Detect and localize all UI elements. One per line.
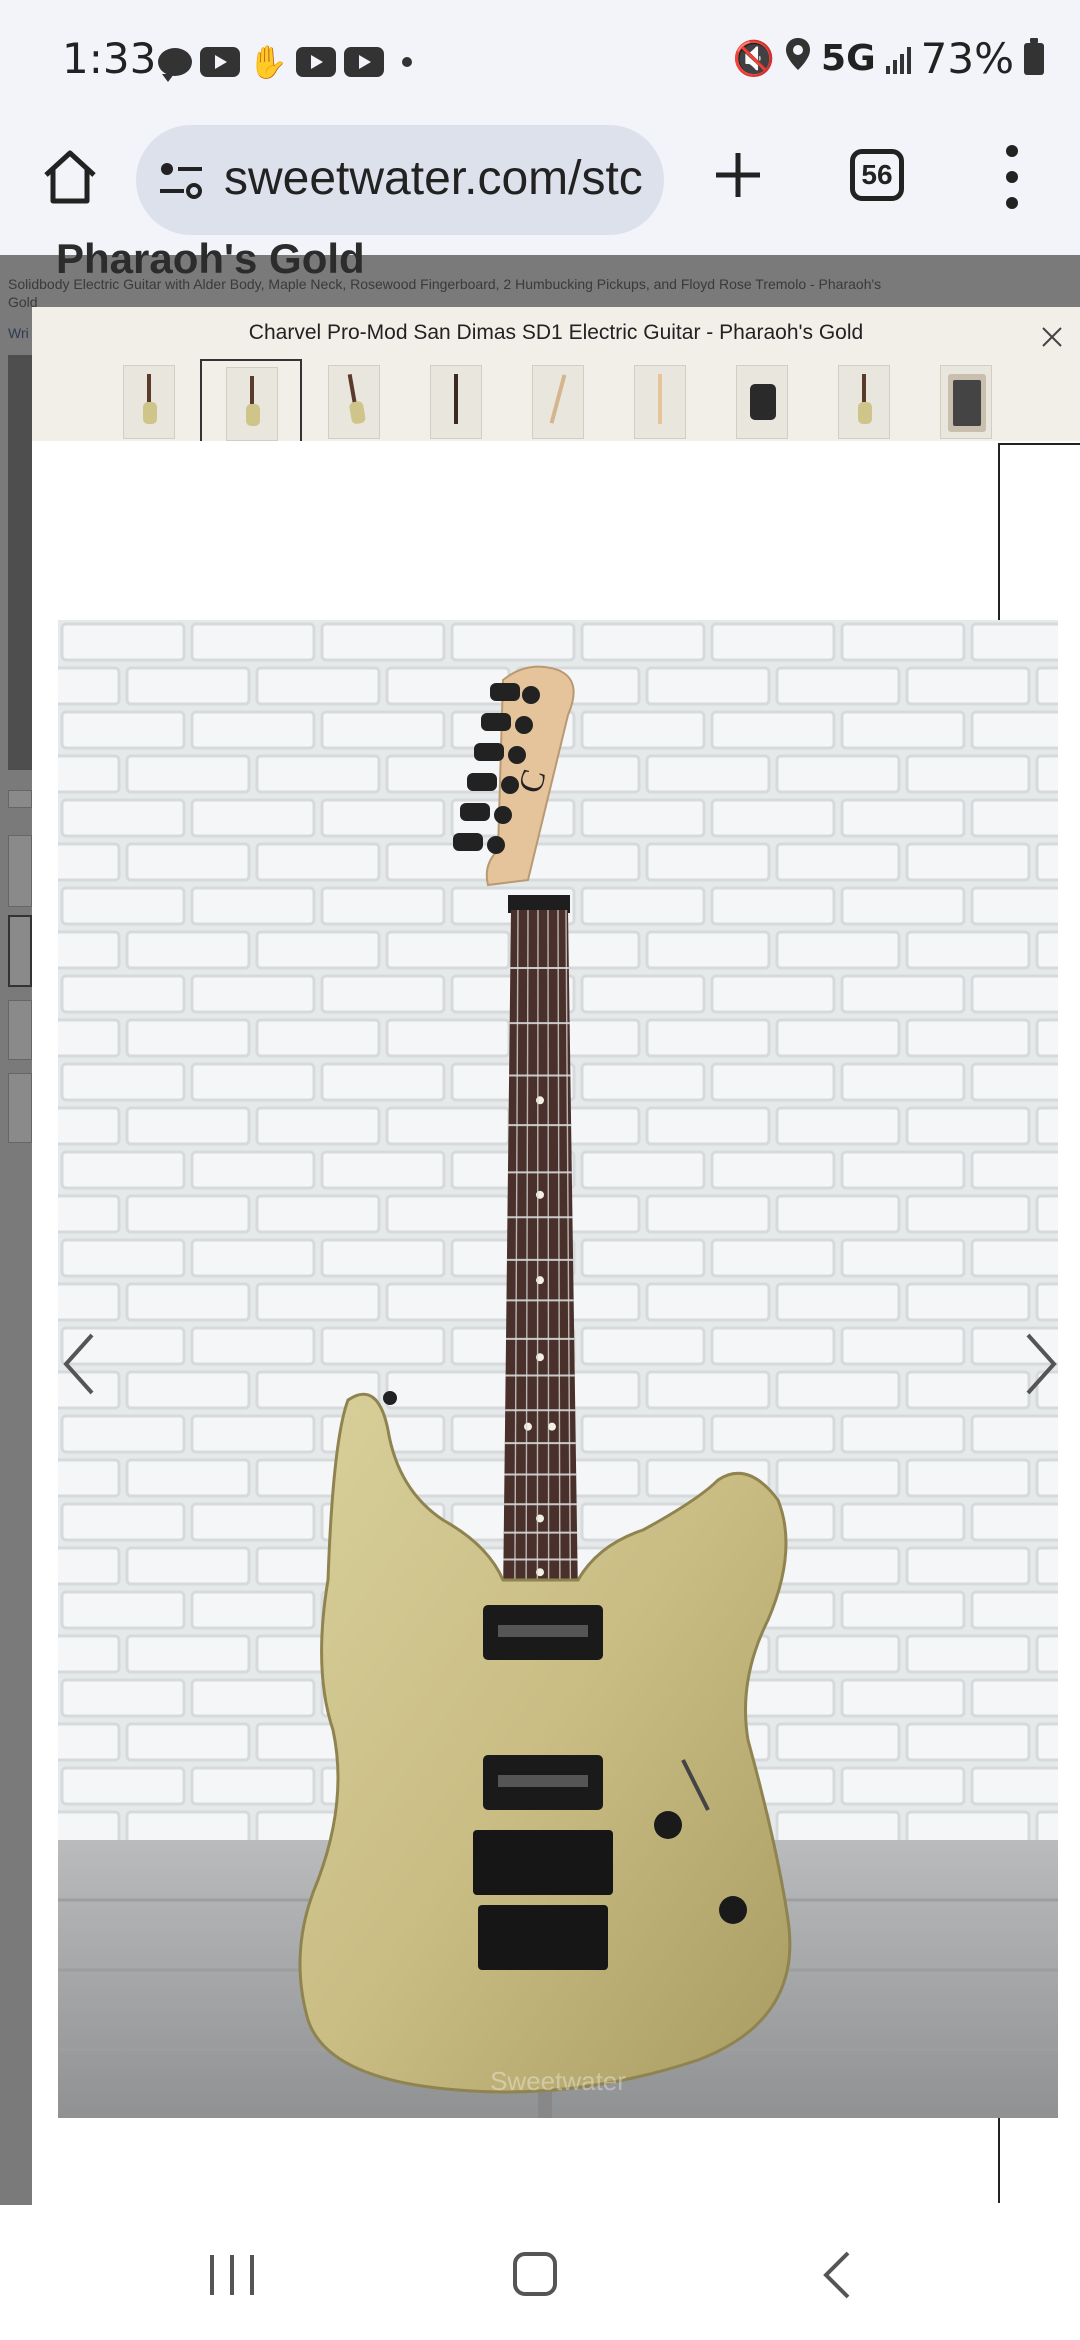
svg-text:Sweetwater: Sweetwater	[490, 2066, 626, 2096]
product-subtitle: Solidbody Electric Guitar with Alder Bod…	[8, 276, 882, 310]
headstock-thumb-icon	[450, 374, 462, 424]
tab-switcher-button[interactable]: 56	[850, 149, 904, 201]
product-thumbnail	[8, 1073, 32, 1143]
battery-icon	[1024, 37, 1044, 75]
product-thumbnail	[8, 915, 32, 987]
new-tab-button[interactable]	[708, 145, 768, 205]
youtube-icon	[295, 47, 336, 77]
thumbnail-strip	[32, 359, 1080, 441]
gallery-thumbnail[interactable]	[634, 365, 686, 439]
guitar-thumb-icon	[143, 374, 157, 424]
recents-bar-icon	[250, 2255, 254, 2295]
close-icon	[1042, 327, 1062, 347]
image-gallery-modal: Charvel Pro-Mod San Dimas SD1 Electric G…	[32, 307, 1080, 2205]
chevron-right-icon	[1026, 1333, 1057, 1395]
status-bar: 1:33 ✋ 🔇 5G 73%	[0, 0, 1080, 125]
case-thumb-icon	[948, 374, 986, 432]
gallery-thumbnail[interactable]	[940, 365, 992, 439]
close-button[interactable]	[1040, 325, 1064, 349]
recents-bar-icon	[210, 2255, 214, 2295]
more-notifications-dot-icon	[401, 57, 412, 67]
signal-icon	[885, 44, 911, 74]
gallery-thumbnail-selected[interactable]	[200, 359, 302, 441]
recents-bar-icon	[230, 2255, 234, 2295]
hand-icon: ✋	[248, 44, 288, 80]
recent-apps-button[interactable]	[210, 2255, 254, 2295]
youtube-icon	[200, 47, 240, 77]
product-photo: C Sweetwater	[58, 620, 1058, 2118]
chat-icon	[158, 48, 192, 82]
location-icon	[785, 37, 811, 80]
plus-icon	[716, 153, 760, 197]
chevron-left-icon	[63, 1333, 94, 1395]
modal-title: Charvel Pro-Mod San Dimas SD1 Electric G…	[248, 321, 864, 344]
modal-header: Charvel Pro-Mod San Dimas SD1 Electric G…	[32, 307, 1080, 441]
home-button[interactable]	[40, 147, 100, 207]
battery-percent: 73%	[920, 34, 1014, 83]
next-image-button[interactable]	[1020, 1329, 1060, 1399]
mute-icon: 🔇	[732, 38, 776, 79]
frame-border	[998, 443, 1080, 445]
gallery-thumbnail[interactable]	[532, 365, 584, 439]
gallery-thumbnail[interactable]	[123, 365, 175, 439]
gallery-thumbnail[interactable]	[328, 365, 380, 439]
menu-dot-icon	[1006, 171, 1018, 183]
menu-dot-icon	[1006, 145, 1018, 157]
site-settings-icon[interactable]	[158, 160, 204, 200]
more-menu-button[interactable]	[1000, 145, 1024, 209]
guitar-thumb-icon	[246, 376, 260, 426]
back-icon	[823, 2251, 850, 2299]
menu-dot-icon	[1006, 197, 1018, 209]
product-thumbnail	[8, 835, 32, 907]
system-back-button[interactable]	[818, 2249, 858, 2301]
product-main-image	[8, 355, 32, 770]
neck-thumb-icon	[546, 373, 571, 424]
status-time: 1:33	[62, 34, 157, 83]
headstock-thumb-icon	[654, 374, 666, 424]
write-review-link: Wri	[8, 325, 29, 341]
status-right: 🔇 5G 73%	[733, 34, 1044, 83]
youtube-icon	[343, 47, 384, 77]
previous-image-button[interactable]	[60, 1329, 100, 1399]
notification-icons: ✋	[158, 42, 412, 82]
network-type: 5G	[821, 38, 876, 79]
system-nav-bar	[0, 2205, 1080, 2340]
guitar-photo-illustration: C Sweetwater	[58, 620, 1058, 2118]
system-home-button[interactable]	[513, 2252, 557, 2296]
gallery-thumbnail[interactable]	[430, 365, 482, 439]
guitar-thumb-icon	[344, 373, 367, 425]
guitar-thumb-icon	[858, 374, 872, 424]
gallery-thumbnail[interactable]	[736, 365, 788, 439]
product-thumbnail	[8, 790, 32, 808]
thumbnail-image	[226, 367, 278, 441]
url-text: sweetwater.com/stc	[224, 152, 643, 205]
address-bar[interactable]: sweetwater.com/stc	[136, 125, 664, 235]
product-thumbnail	[8, 1000, 32, 1060]
body-thumb-icon	[750, 374, 776, 424]
gallery-thumbnail[interactable]	[838, 365, 890, 439]
home-icon	[44, 150, 96, 204]
